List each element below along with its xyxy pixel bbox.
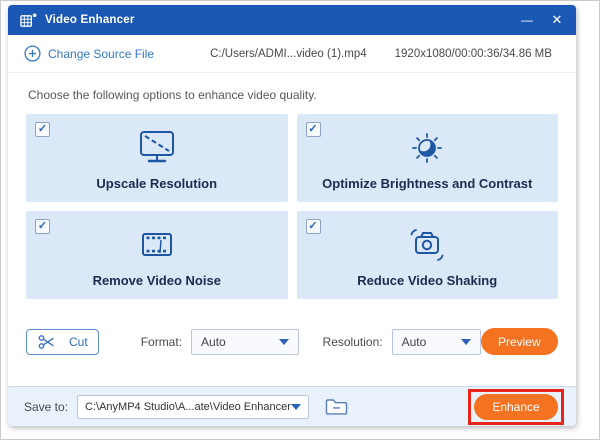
close-button[interactable]: ✕: [542, 7, 572, 33]
minimize-button[interactable]: —: [512, 7, 542, 33]
instruction-text: Choose the following options to enhance …: [28, 88, 317, 102]
format-dropdown[interactable]: Auto: [191, 328, 299, 355]
upscale-resolution-checkbox[interactable]: ✓: [35, 122, 50, 137]
change-source-file-label: Change Source File: [48, 46, 155, 61]
option-label: Remove Video Noise: [92, 273, 221, 288]
brightness-sun-icon: [404, 120, 450, 176]
window-title: Video Enhancer: [45, 14, 135, 26]
enhance-button[interactable]: Enhance: [474, 393, 558, 420]
chevron-down-icon: [278, 338, 289, 345]
titlebar: Video Enhancer — ✕: [8, 5, 576, 35]
monitor-upscale-icon: [134, 120, 180, 176]
source-file-path: C:/Users/ADMI...video (1).mp4: [210, 47, 367, 60]
cut-button[interactable]: Cut: [26, 328, 99, 355]
option-card-optimize-brightness[interactable]: ✓ Optimize Brightness and Contrast: [296, 114, 558, 202]
option-card-remove-noise[interactable]: ✓ Remove Video Noise: [26, 211, 288, 299]
option-label: Reduce Video Shaking: [357, 273, 498, 288]
option-card-reduce-shaking[interactable]: ✓ Reduce Video Shaking: [296, 211, 558, 299]
cut-label: Cut: [69, 334, 88, 349]
plus-circle-icon: [24, 45, 41, 62]
video-enhancer-window: Video Enhancer — ✕ Change Source File C:…: [8, 5, 576, 426]
app-icon: [19, 12, 38, 29]
save-to-label: Save to:: [24, 399, 69, 414]
folder-icon: [324, 396, 349, 417]
scissors-icon: [37, 333, 57, 351]
remove-noise-checkbox[interactable]: ✓: [35, 219, 50, 234]
resolution-label: Resolution:: [322, 334, 383, 349]
open-folder-button[interactable]: [322, 395, 350, 419]
preview-button[interactable]: Preview: [480, 328, 559, 355]
option-label: Optimize Brightness and Contrast: [322, 176, 533, 191]
option-card-upscale-resolution[interactable]: ✓ Upscale Resolution: [26, 114, 288, 202]
chevron-down-icon: [460, 338, 471, 345]
format-label: Format:: [140, 334, 183, 349]
save-path-dropdown[interactable]: C:\AnyMP4 Studio\A...ate\Video Enhancer: [77, 394, 310, 419]
resolution-dropdown[interactable]: Auto: [391, 328, 481, 355]
source-file-info: 1920x1080/00:00:36/34.86 MB: [394, 47, 552, 60]
footer-bar: Save to: C:\AnyMP4 Studio\A...ate\Video …: [8, 386, 576, 426]
option-label: Upscale Resolution: [96, 176, 218, 191]
format-value: Auto: [201, 334, 226, 349]
optimize-brightness-checkbox[interactable]: ✓: [305, 122, 321, 137]
options-grid: ✓ Upscale Resolution ✓ Optimize Brightne…: [8, 114, 576, 299]
reduce-shaking-checkbox[interactable]: ✓: [305, 219, 321, 234]
film-strip-icon: [134, 217, 180, 273]
resolution-value: Auto: [401, 334, 427, 349]
chevron-down-icon: [291, 403, 302, 410]
toolbar: Cut Format: Auto Resolution: Auto Previe…: [8, 328, 576, 355]
enhance-highlight-annotation: Enhance: [468, 388, 564, 425]
change-source-file-button[interactable]: Change Source File: [24, 45, 154, 62]
save-path-value: C:\AnyMP4 Studio\A...ate\Video Enhancer: [85, 400, 291, 413]
camera-shake-icon: [404, 217, 450, 273]
source-bar: Change Source File C:/Users/ADMI...video…: [8, 35, 576, 73]
